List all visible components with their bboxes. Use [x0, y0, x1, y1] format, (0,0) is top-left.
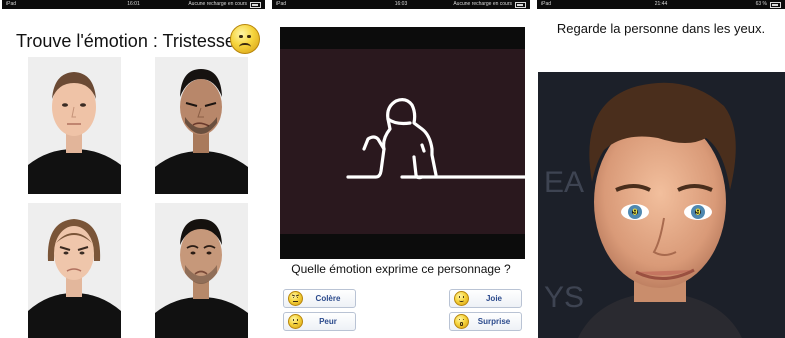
disgust-face-image — [155, 57, 248, 194]
anger-button[interactable]: Colère — [283, 289, 356, 308]
svg-text:9: 9 — [632, 207, 637, 217]
battery-icon — [250, 1, 261, 8]
surprise-button-label: Surprise — [477, 317, 511, 326]
battery-status: 63 % — [756, 0, 781, 9]
status-bar: iPad 16:01 Aucune recharge en cours — [2, 0, 265, 9]
fear-face-icon — [288, 314, 303, 329]
surprise-button[interactable]: Surprise — [449, 312, 522, 331]
sad-face-image — [155, 203, 248, 338]
angry-face-photo[interactable] — [28, 203, 121, 338]
surprise-face-icon — [454, 314, 469, 329]
clock: 21:44 — [654, 1, 668, 7]
sad-face-photo[interactable] — [155, 203, 248, 338]
battery-status: Aucune recharge en cours — [453, 0, 526, 9]
fear-button-label: Peur — [319, 317, 337, 326]
angry-face-icon — [288, 291, 303, 306]
angry-face-image — [28, 203, 121, 338]
cartoon-character-video[interactable] — [280, 27, 530, 259]
instruction-text: Regarde la personne dans les yeux. — [556, 21, 766, 36]
battery-status: Aucune recharge en cours — [188, 0, 261, 9]
page-title: Trouve l'émotion : Tristesse — [16, 31, 235, 51]
happy-face-icon — [454, 291, 469, 306]
neutral-face-photo[interactable] — [28, 57, 121, 194]
cartoon-character-image — [280, 27, 530, 259]
svg-text:9: 9 — [695, 207, 700, 217]
battery-icon — [515, 1, 526, 8]
battery-status-text: Aucune recharge en cours — [453, 1, 512, 7]
neutral-face-image — [28, 57, 121, 194]
status-bar: iPad 16:03 Aucune recharge en cours — [272, 0, 530, 9]
anger-button-label: Colère — [315, 294, 341, 303]
question-text: Quelle émotion exprime ce personnage ? — [291, 262, 511, 276]
eye-contact-screen: iPad 21:44 63 % Regarde la personne dans… — [537, 0, 785, 338]
emotion-quiz-screen: iPad 16:01 Aucune recharge en cours Trou… — [2, 0, 265, 338]
battery-percent: 63 % — [755, 1, 767, 7]
battery-status-text: Aucune recharge en cours — [188, 1, 247, 7]
cartoon-emotion-screen: iPad 16:03 Aucune recharge en cours Quel… — [272, 0, 530, 338]
battery-icon — [770, 1, 781, 8]
fear-button[interactable]: Peur — [283, 312, 356, 331]
portrait-photo: EA YS 9 9 — [538, 72, 785, 338]
svg-text:YS: YS — [544, 281, 584, 314]
portrait-image: EA YS 9 9 — [538, 72, 785, 338]
status-bar: iPad 21:44 63 % — [537, 0, 785, 9]
joy-button-label: Joie — [485, 294, 502, 303]
joy-button[interactable]: Joie — [449, 289, 522, 308]
svg-text:EA: EA — [544, 166, 584, 199]
sad-face-emoji-icon — [230, 24, 260, 54]
disgust-face-photo[interactable] — [155, 57, 248, 194]
